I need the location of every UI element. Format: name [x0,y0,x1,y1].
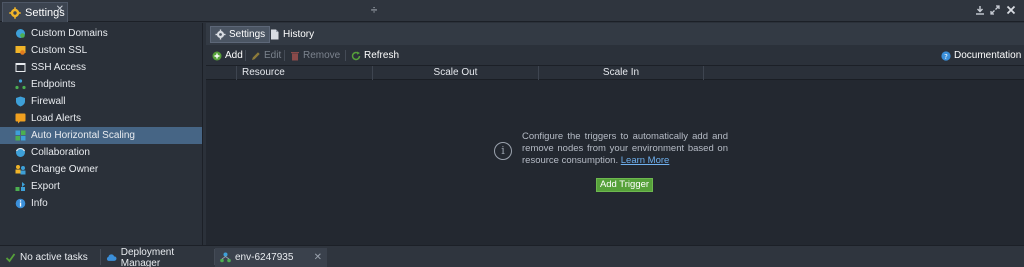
info-icon [15,198,26,209]
learn-more-link[interactable]: Learn More [621,155,670,166]
sidebar-item-custom-ssl[interactable]: Custom SSL [0,42,202,59]
cloud-icon [106,254,117,261]
sidebar-item-change-owner[interactable]: Change Owner [0,161,202,178]
alert-icon [15,113,26,124]
column-header-resource[interactable]: Resource [236,66,372,80]
check-icon [5,253,16,263]
refresh-button[interactable]: Refresh [351,49,399,62]
document-icon [271,29,279,40]
tab-settings[interactable]: Settings ✕ [2,2,68,22]
close-icon[interactable]: ✕ [314,252,322,263]
certificate-icon [15,46,26,55]
resize-handle-icon[interactable]: ÷ [368,3,380,17]
edit-button[interactable]: Edit [251,49,281,62]
add-trigger-button[interactable]: Add Trigger [596,178,653,192]
documentation-label: Documentation [954,50,1022,61]
sidebar-item-load-alerts[interactable]: Load Alerts [0,110,202,127]
sidebar-item-label: Load Alerts [31,113,82,124]
task-env-label: env-6247935 [235,252,294,263]
help-icon: ? [941,50,951,61]
toolbar-divider [284,50,285,61]
task-status-label: No active tasks [20,252,88,263]
info-icon: i [494,142,512,160]
sidebar-item-label: Custom SSL [31,45,88,56]
tab-settings[interactable]: Settings [210,26,271,43]
terminal-icon [15,63,26,72]
sidebar-item-label: Auto Horizontal Scaling [31,130,135,141]
trash-icon [291,51,299,60]
task-bar: No active tasks Deployment Manager env-6… [0,245,1024,267]
add-button[interactable]: Add [212,49,243,62]
sidebar-item-label: Collaboration [31,147,90,158]
task-status[interactable]: No active tasks [0,248,100,267]
pencil-icon [252,51,260,60]
main-panel: Settings History Add Edit Remove Refresh… [206,23,1024,245]
triggers-grid-header: Resource Scale Out Scale In [206,66,1024,80]
sidebar-item-label: Firewall [31,96,66,107]
sidebar-item-label: Export [31,181,60,192]
sidebar-item-collaboration[interactable]: Collaboration [0,144,202,161]
scaling-icon [15,130,26,141]
tab-settings-label: Settings [229,29,266,40]
close-icon[interactable]: ✕ [56,5,64,15]
sidebar-item-endpoints[interactable]: Endpoints [0,76,202,93]
svg-text:?: ? [944,53,948,61]
export-icon [15,182,25,191]
refresh-icon [351,51,361,60]
collaboration-icon [15,147,26,157]
sidebar-item-export[interactable]: Export [0,178,202,195]
toolbar: Add Edit Remove Refresh ? Documentation [206,45,1024,66]
edit-button-label: Edit [264,50,282,61]
close-icon[interactable] [1006,5,1016,15]
globe-icon [16,29,25,38]
main-tab-bar: Settings History [206,23,1024,45]
shield-icon [16,96,25,107]
env-icon [220,252,231,263]
task-deployment-manager[interactable]: Deployment Manager [101,246,214,267]
sidebar-item-auto-horizontal-scaling[interactable]: Auto Horizontal Scaling [0,127,202,144]
settings-sidebar: Custom Domains Custom SSL SSH Access End… [0,23,203,245]
tab-history-label: History [283,29,315,40]
change-owner-icon [15,165,26,175]
toolbar-divider [245,50,246,61]
empty-state-message: Configure the triggers to automatically … [522,131,728,167]
top-bar: Settings ✕ ÷ [0,0,1024,22]
add-button-label: Add [225,50,243,61]
task-deployment-manager-label: Deployment Manager [120,246,175,267]
sidebar-item-label: Change Owner [31,164,99,175]
sidebar-item-custom-domains[interactable]: Custom Domains [0,25,202,42]
documentation-link[interactable]: ? Documentation [941,49,1021,62]
expand-icon[interactable] [990,5,1000,15]
tab-history[interactable]: History [265,26,318,43]
sidebar-item-info[interactable]: Info [0,195,202,212]
remove-button-label: Remove [303,50,341,61]
download-icon[interactable] [975,5,985,15]
sidebar-item-label: Endpoints [31,79,76,90]
toolbar-divider [345,50,346,61]
endpoints-icon [15,79,26,90]
gear-icon [9,6,21,19]
plus-circle-icon [212,51,222,60]
sidebar-item-firewall[interactable]: Firewall [0,93,202,110]
gear-icon [215,29,226,40]
task-env[interactable]: env-6247935 ✕ [215,248,327,267]
column-header-scale-out[interactable]: Scale Out [372,66,538,80]
sidebar-item-ssh-access[interactable]: SSH Access [0,59,202,76]
remove-button[interactable]: Remove [290,49,340,62]
refresh-button-label: Refresh [364,50,400,61]
sidebar-item-label: Custom Domains [31,28,108,39]
sidebar-item-label: SSH Access [31,62,87,73]
column-header-scale-in[interactable]: Scale In [538,66,704,80]
sidebar-item-label: Info [31,198,48,209]
